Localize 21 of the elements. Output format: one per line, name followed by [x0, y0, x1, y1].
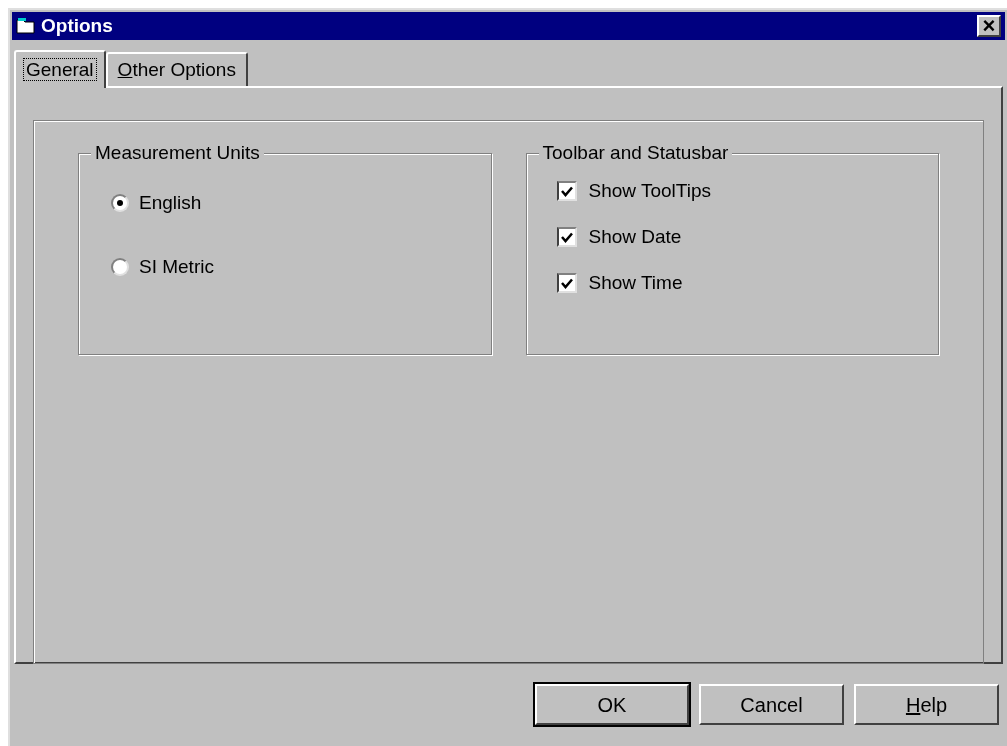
checkmark-icon: [560, 185, 573, 197]
checkmark-icon: [560, 231, 573, 243]
dialog-button[interactable]: Help: [854, 684, 999, 725]
folder-icon: [16, 17, 36, 35]
radio-button[interactable]: [111, 194, 129, 212]
window-title: Options: [41, 14, 113, 38]
dialog-button[interactable]: OK: [535, 684, 689, 725]
checkmark-icon: [560, 277, 573, 289]
tab[interactable]: General: [14, 50, 106, 88]
checkbox[interactable]: [556, 273, 577, 293]
checkbox-option[interactable]: Show ToolTips: [556, 178, 938, 204]
checkbox[interactable]: [556, 227, 577, 247]
radio-option[interactable]: SI Metric: [111, 254, 491, 280]
radio-button[interactable]: [111, 258, 129, 276]
checkbox-option[interactable]: Show Time: [556, 270, 938, 296]
checkbox[interactable]: [556, 181, 577, 201]
checkbox-option[interactable]: Show Date: [556, 224, 938, 250]
dialog-button[interactable]: Cancel: [699, 684, 844, 725]
close-button[interactable]: ×: [977, 15, 1001, 37]
tab[interactable]: Other Options: [105, 52, 248, 86]
radio-option[interactable]: English: [111, 190, 491, 216]
